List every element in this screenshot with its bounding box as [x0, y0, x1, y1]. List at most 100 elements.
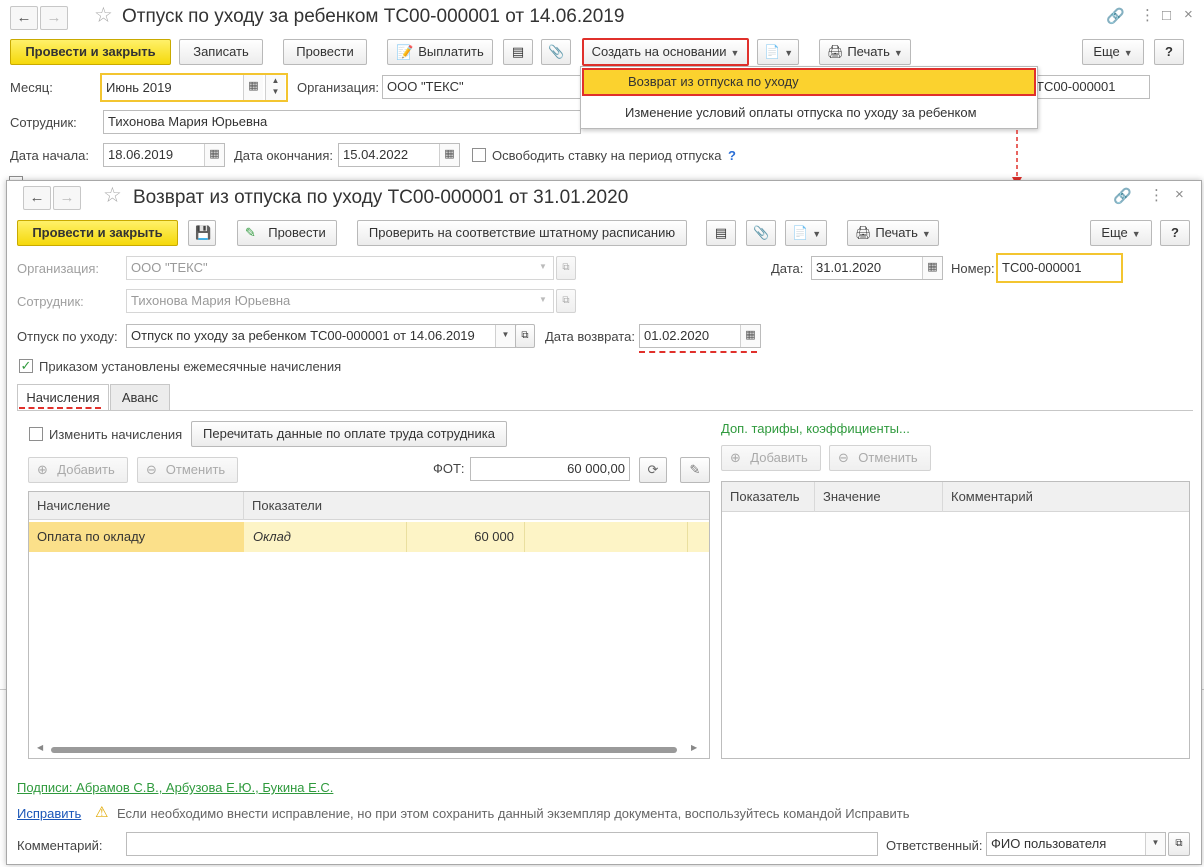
- row-indicator-cell: Оклад: [245, 522, 407, 552]
- free-rate-help[interactable]: ?: [728, 148, 736, 164]
- chevron-down-icon[interactable]: ▼: [1145, 833, 1165, 855]
- calendar-icon[interactable]: ▦: [243, 75, 263, 100]
- link-icon[interactable]: 🔗: [1113, 188, 1132, 206]
- chevron-down-icon: ▼: [1131, 229, 1141, 239]
- more-button[interactable]: Еще ▼: [1082, 39, 1144, 65]
- favorite-star-icon[interactable]: ☆: [94, 5, 113, 27]
- menu-dots-icon[interactable]: ⋮: [1149, 187, 1164, 205]
- scroll-thumb[interactable]: [51, 747, 677, 753]
- write-button[interactable]: Записать: [179, 39, 263, 65]
- post-button[interactable]: ✎ Провести: [237, 220, 337, 246]
- start-date-label: Дата начала:: [10, 148, 89, 163]
- start-date-value: 18.06.2019: [108, 147, 174, 162]
- chevron-down-icon: ▼: [730, 48, 740, 58]
- forward-nav-button[interactable]: →: [53, 186, 81, 210]
- edit-button[interactable]: ✎: [680, 457, 710, 483]
- help-button[interactable]: ?: [1154, 39, 1184, 65]
- printer-icon: 🖨: [827, 44, 844, 59]
- leave-field[interactable]: Отпуск по уходу за ребенком ТС00-000001 …: [126, 324, 516, 348]
- post-label: Провести: [268, 225, 326, 240]
- order-checkbox[interactable]: ✓: [19, 359, 33, 373]
- number-field[interactable]: ТС00-000001: [996, 253, 1123, 283]
- horizontal-scrollbar[interactable]: ◀ ▶: [37, 743, 701, 754]
- front-window: ← → ☆ Возврат из отпуска по уходу ТС00-0…: [6, 180, 1202, 865]
- free-rate-checkbox[interactable]: [472, 148, 486, 162]
- date-field[interactable]: 31.01.2020 ▦: [811, 256, 943, 280]
- more-button[interactable]: Еще ▼: [1090, 220, 1152, 246]
- signatures-link[interactable]: Подписи: Абрамов С.В., Арбузова Е.Ю., Бу…: [17, 780, 333, 795]
- post-close-button[interactable]: Провести и закрыть: [17, 220, 178, 246]
- month-field[interactable]: Июнь 2019 ▦ ▲ ▼: [100, 73, 288, 102]
- attach-button[interactable]: 📎: [746, 220, 776, 246]
- extra-tariffs-link[interactable]: Доп. тарифы, коэффициенты...: [721, 421, 910, 436]
- check-staff-button[interactable]: Проверить на соответствие штатному распи…: [357, 220, 687, 246]
- print-button[interactable]: 🖨 Печать ▼: [819, 39, 911, 65]
- tariffs-table[interactable]: Показатель Значение Комментарий: [721, 481, 1190, 759]
- employee-value: Тихонова Мария Юрьевна: [108, 114, 268, 129]
- month-stepper[interactable]: ▲ ▼: [265, 75, 285, 100]
- scroll-right-arrow-icon[interactable]: ▶: [691, 743, 697, 752]
- number-field[interactable]: ТС00-000001: [1032, 75, 1150, 99]
- responsible-open-button[interactable]: ⧉: [1168, 832, 1190, 856]
- minus-icon: ⊖: [838, 450, 849, 465]
- chevron-down-icon: ▼: [812, 229, 822, 239]
- table-row[interactable]: Оплата по окладу Оклад 60 000: [29, 522, 709, 552]
- post-button[interactable]: Провести: [283, 39, 367, 65]
- fix-link[interactable]: Исправить: [17, 806, 81, 821]
- refresh-button[interactable]: ⟳: [639, 457, 667, 483]
- create-basis-button[interactable]: Создать на основании ▼: [582, 38, 749, 66]
- calendar-icon[interactable]: ▦: [922, 257, 942, 279]
- reread-button[interactable]: Перечитать данные по оплате труда сотруд…: [191, 421, 507, 447]
- menu-dots-icon[interactable]: ⋮: [1140, 7, 1155, 25]
- tab-accruals-label: Начисления: [26, 390, 100, 405]
- return-date-field[interactable]: 01.02.2020 ▦: [639, 324, 761, 348]
- chevron-down-icon: ▼: [533, 257, 553, 279]
- col-header-value[interactable]: Значение: [815, 482, 943, 512]
- back-nav-button[interactable]: ←: [23, 186, 51, 210]
- related-docs-button[interactable]: 📄 ▼: [785, 220, 827, 246]
- order-label: Приказом установлены ежемесячные начисле…: [39, 359, 342, 374]
- scroll-left-arrow-icon[interactable]: ◀: [37, 743, 43, 752]
- responsible-field[interactable]: ФИО пользователя ▼: [986, 832, 1166, 856]
- print-button[interactable]: 🖨 Печать ▼: [847, 220, 939, 246]
- post-close-button[interactable]: Провести и закрыть: [10, 39, 171, 65]
- col-header-comment[interactable]: Комментарий: [943, 482, 1189, 512]
- menu-item-change-payment[interactable]: Изменение условий оплаты отпуска по уход…: [581, 99, 1037, 127]
- cancel-button-right: ⊖ Отменить: [829, 445, 931, 471]
- start-date-field[interactable]: 18.06.2019 ▦: [103, 143, 225, 167]
- return-date-highlight: [639, 351, 757, 353]
- org-field[interactable]: ООО "ТЕКС": [382, 75, 582, 99]
- calendar-icon[interactable]: ▦: [740, 325, 760, 347]
- employee-field[interactable]: Тихонова Мария Юрьевна: [103, 110, 581, 134]
- report-button[interactable]: ▤: [706, 220, 736, 246]
- close-icon[interactable]: ×: [1184, 6, 1193, 24]
- calendar-icon[interactable]: ▦: [204, 144, 224, 166]
- chevron-down-icon: ▼: [1123, 48, 1133, 58]
- help-button[interactable]: ?: [1160, 220, 1190, 246]
- comment-field[interactable]: [126, 832, 878, 856]
- related-docs-button[interactable]: 📄 ▼: [757, 39, 799, 65]
- col-header-indicators[interactable]: Показатели: [244, 492, 710, 520]
- col-header-accrual[interactable]: Начисление: [29, 492, 244, 520]
- favorite-star-icon[interactable]: ☆: [103, 185, 122, 207]
- menu-item-return-from-leave[interactable]: Возврат из отпуска по уходу: [582, 68, 1036, 96]
- pay-button[interactable]: 📝 Выплатить: [387, 39, 493, 65]
- link-icon[interactable]: 🔗: [1106, 8, 1125, 26]
- documents-icon: 📄: [764, 44, 781, 59]
- leave-open-button[interactable]: ⧉: [515, 324, 535, 348]
- accruals-table[interactable]: Начисление Показатели Оплата по окладу О…: [28, 491, 710, 759]
- change-accruals-checkbox[interactable]: [29, 427, 43, 441]
- calendar-icon[interactable]: ▦: [439, 144, 459, 166]
- forward-nav-button[interactable]: →: [40, 6, 68, 30]
- col-header-indicator[interactable]: Показатель: [722, 482, 815, 512]
- save-button[interactable]: 💾: [188, 220, 216, 246]
- maximize-icon[interactable]: □: [1162, 7, 1171, 25]
- attach-button[interactable]: 📎: [541, 39, 571, 65]
- report-button[interactable]: ▤: [503, 39, 533, 65]
- end-date-field[interactable]: 15.04.2022 ▦: [338, 143, 460, 167]
- chevron-down-icon[interactable]: ▼: [495, 325, 515, 347]
- tab-advance[interactable]: Аванс: [110, 384, 170, 411]
- tab-advance-label: Аванс: [121, 390, 159, 405]
- back-nav-button[interactable]: ←: [10, 6, 38, 30]
- close-icon[interactable]: ×: [1175, 186, 1184, 204]
